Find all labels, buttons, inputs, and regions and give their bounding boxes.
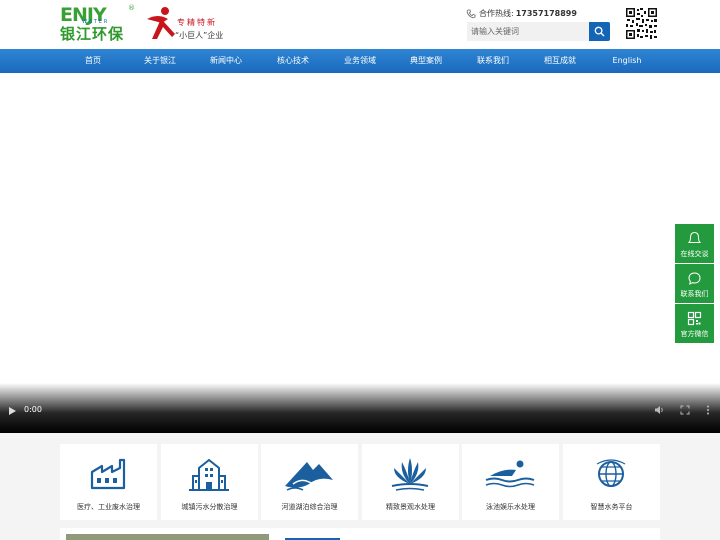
hotline-number: 17357178899 [515, 9, 577, 18]
nav-contact[interactable]: 联系我们 [463, 49, 523, 73]
services-row: 医疗、工业废水治理 城镇污水分散治理 河道湖泊综合治理 精致景观水处理 泳池娱乐… [60, 444, 660, 520]
service-label: 城镇污水分散治理 [181, 503, 238, 511]
little-giant-badge: 专精特新 “小巨人”企业 [144, 5, 234, 43]
service-card-river[interactable]: 河道湖泊综合治理 [261, 444, 358, 520]
about-section-preview [60, 528, 660, 540]
qr-code-image [625, 7, 658, 40]
river-mountain-icon [285, 462, 333, 491]
contact-icon [688, 272, 701, 285]
search-icon [594, 26, 605, 37]
video-time: 0:00 [24, 405, 42, 414]
search-input[interactable] [467, 22, 589, 41]
service-card-industrial[interactable]: 医疗、工业废水治理 [60, 444, 157, 520]
floating-sidebar: 在线交谈 联系我们 官方微信 [675, 224, 714, 344]
badge-line-1: 专精特新 [177, 18, 217, 27]
main-nav: 首页 关于银江 新闻中心 核心技术 业务领域 典型案例 联系我们 相互成就 En… [0, 49, 720, 73]
service-card-town[interactable]: 城镇污水分散治理 [161, 444, 258, 520]
hotline: 合作热线: 17357178899 [466, 8, 577, 20]
sidebar-wechat[interactable]: 官方微信 [675, 304, 714, 343]
service-card-landscape[interactable]: 精致景观水处理 [362, 444, 459, 520]
sidebar-label: 在线交谈 [680, 250, 709, 258]
nav-business[interactable]: 业务领域 [330, 49, 390, 73]
sidebar-label: 官方微信 [680, 330, 709, 338]
sidebar-online-chat[interactable]: 在线交谈 [675, 224, 714, 263]
video-controls-shade [0, 383, 720, 433]
hotline-label: 合作热线: [479, 9, 514, 18]
fullscreen-icon[interactable] [680, 405, 690, 415]
hero-video[interactable]: 0:00 [0, 73, 720, 433]
about-image [66, 534, 269, 540]
service-label: 泳池娱乐水处理 [486, 503, 535, 511]
nav-core-tech[interactable]: 核心技术 [263, 49, 323, 73]
sidebar-contact[interactable]: 联系我们 [675, 264, 714, 303]
play-icon[interactable] [8, 406, 17, 416]
globe-icon [596, 459, 626, 487]
service-label: 医疗、工业废水治理 [77, 503, 140, 511]
runner-logo-icon [147, 7, 175, 39]
company-logo[interactable]: ENJY ® WATER 银江环保 [60, 4, 135, 44]
registered-mark: ® [128, 4, 135, 12]
chat-bubble-icon [687, 231, 702, 243]
nav-mutual[interactable]: 相互成就 [530, 49, 590, 73]
service-label: 智慧水务平台 [590, 503, 633, 511]
service-card-smart-water[interactable]: 智慧水务平台 [563, 444, 660, 520]
fountain-icon [391, 458, 429, 491]
nav-about[interactable]: 关于银江 [130, 49, 190, 73]
search-box [467, 22, 610, 41]
phone-icon [466, 9, 476, 18]
nav-english[interactable]: English [597, 49, 657, 73]
logo-chinese: 银江环保 [60, 25, 125, 43]
service-card-pool[interactable]: 泳池娱乐水处理 [462, 444, 559, 520]
page: ENJY ® WATER 银江环保 专精特新 “小巨人”企业 合作热线: 1735… [0, 0, 720, 540]
service-label: 精致景观水处理 [386, 503, 435, 511]
nav-cases[interactable]: 典型案例 [396, 49, 456, 73]
nav-home[interactable]: 首页 [63, 49, 123, 73]
volume-icon[interactable] [654, 405, 665, 415]
swimmer-icon [485, 460, 535, 488]
qr-code-icon [687, 311, 702, 326]
town-buildings-icon [189, 458, 229, 491]
service-label: 河道湖泊综合治理 [281, 503, 338, 511]
header: ENJY ® WATER 银江环保 专精特新 “小巨人”企业 合作热线: 1735… [0, 0, 720, 49]
badge-line-2: “小巨人”企业 [175, 31, 224, 40]
more-options-icon[interactable] [706, 405, 710, 415]
factory-icon [90, 458, 126, 490]
sidebar-label: 联系我们 [680, 290, 709, 298]
nav-news[interactable]: 新闻中心 [196, 49, 256, 73]
search-button[interactable] [589, 22, 610, 41]
